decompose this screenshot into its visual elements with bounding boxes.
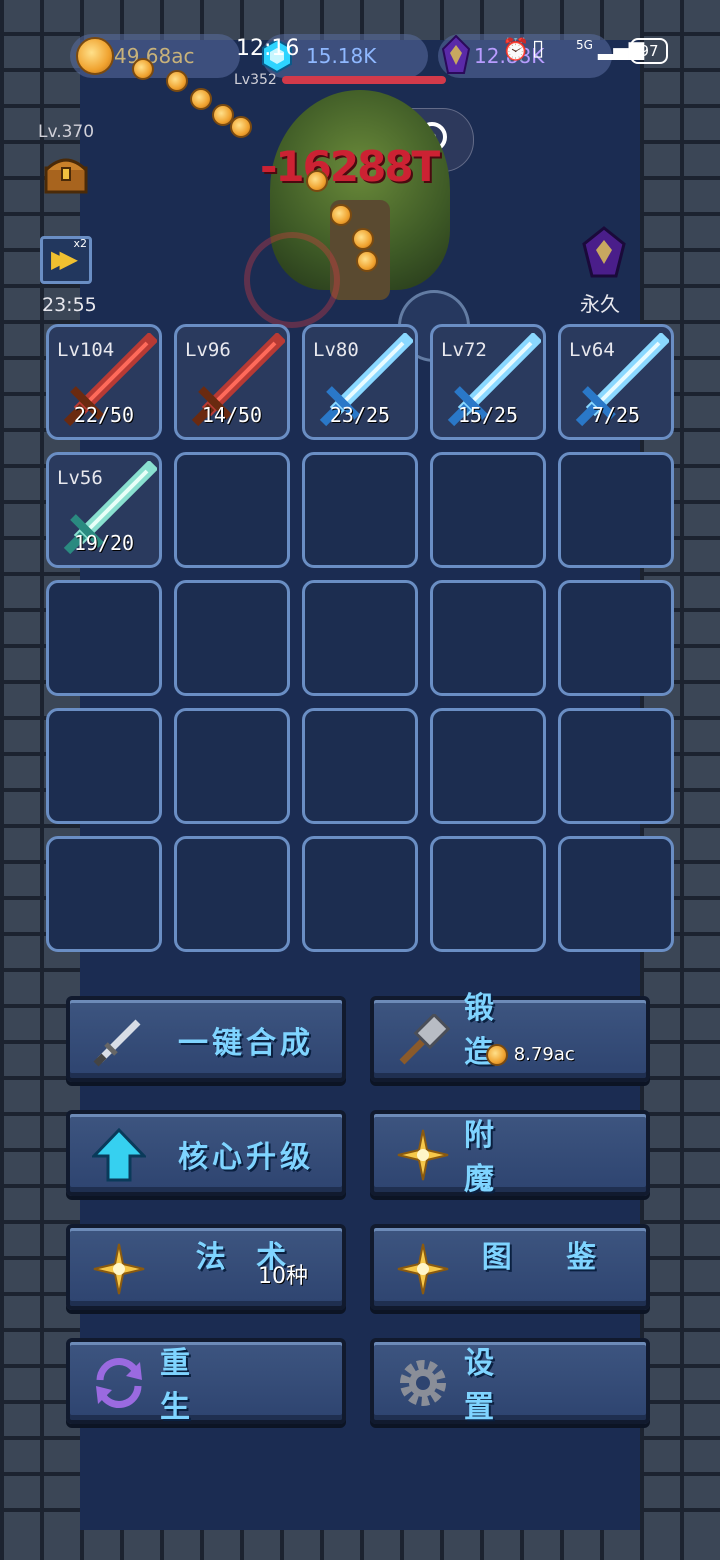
crystal-duration: 永久 <box>580 292 620 316</box>
codex-button[interactable]: 图 鉴 <box>370 1224 650 1310</box>
player-level: Lv.370 <box>38 122 95 142</box>
gold-coin-icon <box>76 37 114 75</box>
alarm-icon: ⏰ <box>502 38 530 63</box>
weapon-count: 15/25 <box>457 403 519 427</box>
empty-slot[interactable] <box>430 580 546 696</box>
rebirth-label: 重 生 <box>160 1346 236 1425</box>
empty-slot[interactable] <box>558 708 674 824</box>
spells-button[interactable]: 法 术 10种 <box>66 1224 346 1310</box>
treasure-chest-icon[interactable] <box>44 154 88 194</box>
damage-number: -16288T <box>260 142 440 191</box>
weapon-slot[interactable]: Lv104 22/50 <box>46 324 162 440</box>
gear-icon <box>400 1360 446 1406</box>
network-type: 5G <box>576 38 593 52</box>
flying-coin <box>356 250 378 272</box>
hammer-icon <box>399 1014 450 1065</box>
weapon-slot[interactable]: Lv96 14/50 <box>174 324 290 440</box>
empty-slot[interactable] <box>46 580 162 696</box>
battery-icon: 97 <box>630 38 668 64</box>
forge-cost: 8.79ac <box>486 1044 575 1066</box>
empty-slot[interactable] <box>46 708 162 824</box>
speed-boost-button[interactable]: ▶▶ x2 <box>40 236 92 284</box>
flying-coin <box>166 70 188 92</box>
fast-forward-icon: ▶▶ <box>51 245 78 273</box>
one-click-merge-button[interactable]: 一键合成 <box>66 996 346 1082</box>
weapon-level: Lv64 <box>569 339 615 361</box>
weapon-level: Lv56 <box>57 467 103 489</box>
empty-slot[interactable] <box>302 580 418 696</box>
weapon-level: Lv96 <box>185 339 231 361</box>
empty-slot[interactable] <box>558 836 674 952</box>
speed-multiplier: x2 <box>73 237 87 250</box>
weapon-count: 14/50 <box>201 403 263 427</box>
weapon-slot[interactable]: Lv80 23/25 <box>302 324 418 440</box>
empty-slot[interactable] <box>174 836 290 952</box>
weapon-grid: Lv104 22/50 Lv96 14/50 Lv80 23/25 Lv72 15/25 Lv6… <box>46 324 674 952</box>
weapon-count: 7/25 <box>591 403 641 427</box>
boss-level: Lv352 <box>234 72 277 88</box>
up-arrow-icon <box>92 1128 146 1182</box>
codex-label: 图 鉴 <box>481 1240 619 1275</box>
weapon-level: Lv104 <box>57 339 115 361</box>
spells-count: 10种 <box>258 1264 308 1289</box>
empty-slot[interactable] <box>174 452 290 568</box>
sparkle-icon <box>397 1243 449 1295</box>
vibrate-icon: ▯ <box>532 36 545 61</box>
flying-coin <box>306 170 328 192</box>
coin-icon <box>486 1044 508 1066</box>
gold-counter[interactable]: 49.68ac <box>70 34 240 78</box>
settings-button[interactable]: 设 置 <box>370 1338 650 1425</box>
sparkle-icon <box>93 1243 145 1295</box>
status-icons: ⏰ ▯ 5G ▂▄▆ 97 <box>502 36 680 64</box>
status-time: 12:16 <box>236 36 300 61</box>
empty-slot[interactable] <box>430 452 546 568</box>
flying-coin <box>132 58 154 80</box>
empty-slot[interactable] <box>302 452 418 568</box>
empty-slot[interactable] <box>558 452 674 568</box>
weapon-slot[interactable]: Lv64 7/25 <box>558 324 674 440</box>
flying-coin <box>230 116 252 138</box>
core-upgrade-button[interactable]: 核心升级 <box>66 1110 346 1196</box>
empty-slot[interactable] <box>430 836 546 952</box>
flying-coin <box>190 88 212 110</box>
speed-timer: 23:55 <box>42 294 97 316</box>
empty-slot[interactable] <box>430 708 546 824</box>
flying-coin <box>330 204 352 226</box>
weapon-level: Lv80 <box>313 339 359 361</box>
empty-slot[interactable] <box>558 580 674 696</box>
gem-amount: 15.18K <box>306 44 377 68</box>
sword-icon <box>93 1019 141 1067</box>
enchant-button[interactable]: 附 魔 <box>370 1110 650 1197</box>
core-upgrade-label: 核心升级 <box>178 1140 314 1175</box>
boss-hp-bar <box>282 76 446 84</box>
empty-slot[interactable] <box>302 836 418 952</box>
dark-crystal-icon[interactable] <box>582 226 626 280</box>
forge-button[interactable]: 锻 造 8.79ac <box>370 991 650 1082</box>
weapon-slot[interactable]: Lv56 19/20 <box>46 452 162 568</box>
battery-level: 97 <box>639 42 659 60</box>
weapon-slot[interactable]: Lv72 15/25 <box>430 324 546 440</box>
empty-slot[interactable] <box>46 836 162 952</box>
weapon-level: Lv72 <box>441 339 487 361</box>
empty-slot[interactable] <box>174 580 290 696</box>
weapon-count: 23/25 <box>329 403 391 427</box>
bottom-brick-wall <box>0 1530 720 1560</box>
settings-label: 设 置 <box>464 1346 540 1425</box>
weapon-count: 22/50 <box>73 403 135 427</box>
weapon-count: 19/20 <box>73 531 135 555</box>
attack-target-ring <box>244 232 340 328</box>
sparkle-icon <box>397 1129 449 1181</box>
merge-label: 一键合成 <box>178 1026 314 1061</box>
rebirth-button[interactable]: 重 生 <box>66 1338 346 1425</box>
enchant-label: 附 魔 <box>464 1118 540 1197</box>
empty-slot[interactable] <box>174 708 290 824</box>
empty-slot[interactable] <box>302 708 418 824</box>
flying-coin <box>352 228 374 250</box>
refresh-icon <box>96 1357 142 1409</box>
forge-cost-value: 8.79ac <box>513 1044 575 1065</box>
crystal-icon <box>442 35 470 74</box>
